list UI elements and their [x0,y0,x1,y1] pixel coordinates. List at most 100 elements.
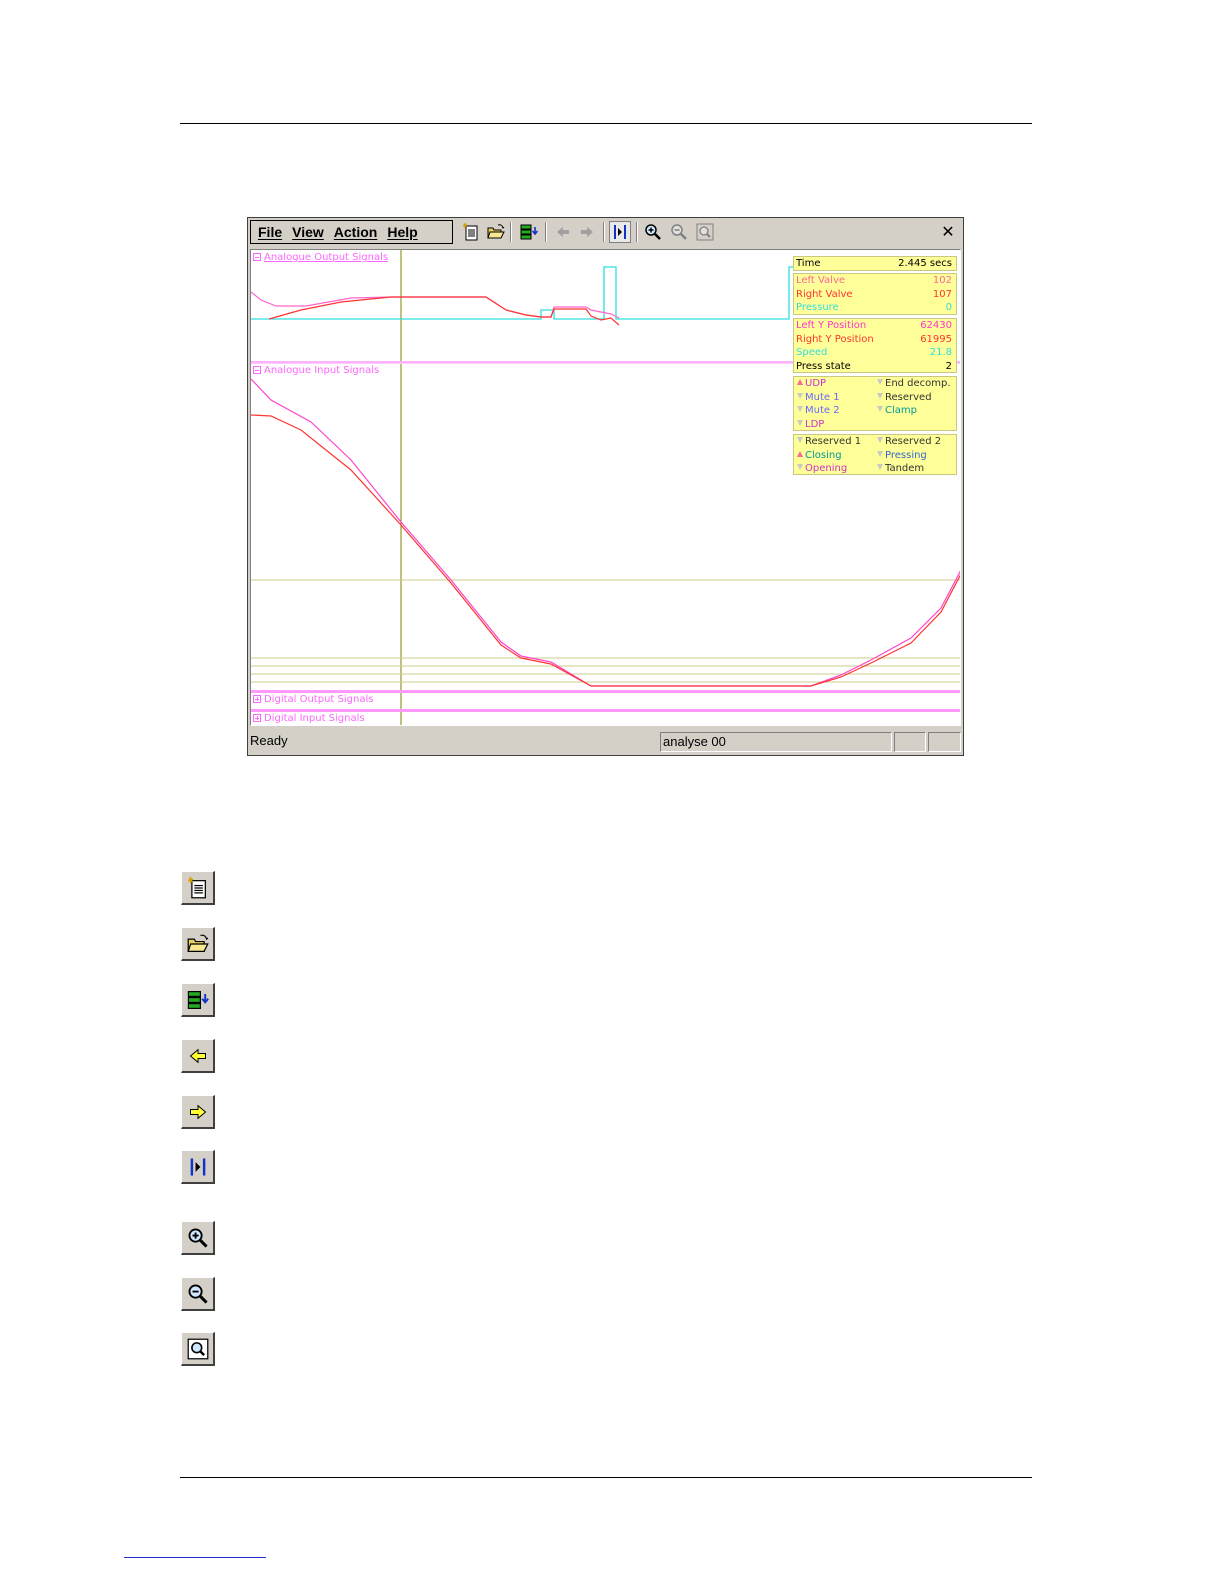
analogue-output-section-label[interactable]: Analogue Output Signals [253,252,388,263]
readout-row: Left Y Position 62430 [796,319,952,332]
signal-plot-area[interactable]: Analogue Output Signals Analogue Input S… [250,249,961,726]
page-header-rule [180,123,1032,124]
triangle-down-icon [877,406,883,412]
readout-label: Left Y Position [796,320,867,331]
legend-next [181,1095,215,1129]
toolbar: File View Action Help ✕ [248,218,963,248]
digital-flag: LDP [797,418,824,431]
jump-to-marker-icon [614,225,626,239]
readout-row: Speed 21.8 [796,346,952,359]
legend-jump-to-marker [181,1150,215,1184]
digital-flag: Closing [797,449,842,462]
digital-flag: Reserved [877,391,932,404]
jump-to-marker-button[interactable] [609,221,631,243]
digital-input-section-label[interactable]: Digital Input Signals [253,713,365,724]
digital-flag-label: Reserved 2 [885,436,942,447]
digital-flag: Pressing [877,449,927,462]
valve-readout-panel: Left Valve 102 Right Valve 107 Pressure 0 [793,273,957,315]
open-folder-icon [487,224,505,239]
readout-label: Pressure [796,302,839,313]
readout-label: Press state [796,360,851,372]
triangle-up-icon [797,379,803,385]
collapse-icon[interactable] [253,253,261,261]
digital-flag-label: Reserved 1 [805,436,862,447]
legend-download-data [181,983,215,1017]
position-readout-panel: Left Y Position 62430 Right Y Position 6199… [793,318,957,373]
digital-flag: Reserved 1 [797,435,861,448]
zoom-fit-button[interactable] [694,221,716,243]
digital-flag: Mute 1 [797,391,840,404]
menu-action[interactable]: Action [334,224,378,240]
pressure-trace [251,266,796,320]
readout-value: 21.8 [929,347,952,358]
readout-value: 0 [945,302,952,313]
expand-icon[interactable] [253,714,261,722]
zoom-fit-icon [696,223,714,241]
readout-value: 2 [945,360,952,372]
status-pane-empty [894,732,926,752]
open-folder-icon [186,934,209,952]
digital-output-section-label[interactable]: Digital Output Signals [253,694,373,705]
arrow-left-icon [557,227,569,237]
menu-bar: File View Action Help [250,220,453,244]
digital-flags-panel-1: UDP End decomp. Mute 1 Reserved Mute 2 Clamp L… [793,376,957,431]
triangle-up-icon [797,450,803,457]
press-analyser-window: File View Action Help ✕ Analogue Output … [247,217,964,756]
readout-label: Speed [796,347,828,358]
digital-flag: Tandem [877,462,924,475]
readout-label: Left Valve [796,275,846,286]
footer-link-underline [124,1557,266,1558]
next-button[interactable] [576,221,598,243]
digital-flag-label: End decomp. [885,378,951,389]
analogue-input-section-label[interactable]: Analogue Input Signals [253,365,379,376]
triangle-down-icon [797,406,803,412]
triangle-down-icon [797,392,803,399]
menu-help[interactable]: Help [387,224,417,240]
readout-row: Press state 2 [796,360,952,373]
triangle-down-icon [877,464,883,470]
new-document-icon [187,876,206,898]
section-divider [251,690,960,693]
digital-flag: Mute 2 [797,404,840,417]
menu-file[interactable]: File [258,224,282,240]
collapse-icon[interactable] [253,366,261,374]
digital-flag-label: Pressing [885,449,927,461]
readout-value: 62430 [920,320,952,331]
legend-new-document [181,871,215,905]
arrow-left-icon [189,1048,206,1063]
expand-icon[interactable] [253,695,261,703]
zoom-out-icon [188,1284,208,1304]
legend-zoom-fit [181,1332,215,1366]
triangle-down-icon [797,437,803,443]
triangle-down-icon [877,437,883,443]
digital-flag: End decomp. [877,377,951,390]
menu-view[interactable]: View [292,224,324,240]
digital-flag: Opening [797,462,847,475]
legend-previous [181,1039,215,1073]
digital-flag-label: Tandem [885,463,925,474]
readout-row: Right Valve 107 [796,288,952,301]
triangle-down-icon [877,392,883,399]
download-data-icon [187,990,209,1009]
arrow-right-icon [189,1104,206,1119]
readout-value: 102 [932,275,952,286]
open-folder-button[interactable] [485,221,507,243]
status-file-name: analyse 00 [660,732,892,752]
digital-flag-label: Clamp [885,405,917,416]
previous-button[interactable] [552,221,574,243]
triangle-down-icon [877,450,883,457]
readout-row: Left Valve 102 [796,274,952,287]
zoom-out-button[interactable] [668,221,690,243]
time-readout-panel: Time 2.445 secs [793,256,957,271]
readout-row: Right Y Position 61995 [796,333,952,346]
legend-zoom-in [181,1221,215,1255]
readout-label: Right Valve [796,288,853,300]
readout-row: Pressure 0 [796,301,952,314]
zoom-in-icon [645,224,661,240]
readout-value: 61995 [920,333,952,345]
digital-flag-label: UDP [805,378,827,389]
zoom-in-button[interactable] [642,221,664,243]
download-data-button[interactable] [518,221,540,243]
new-document-button[interactable] [460,221,482,243]
close-button[interactable]: ✕ [939,223,957,241]
